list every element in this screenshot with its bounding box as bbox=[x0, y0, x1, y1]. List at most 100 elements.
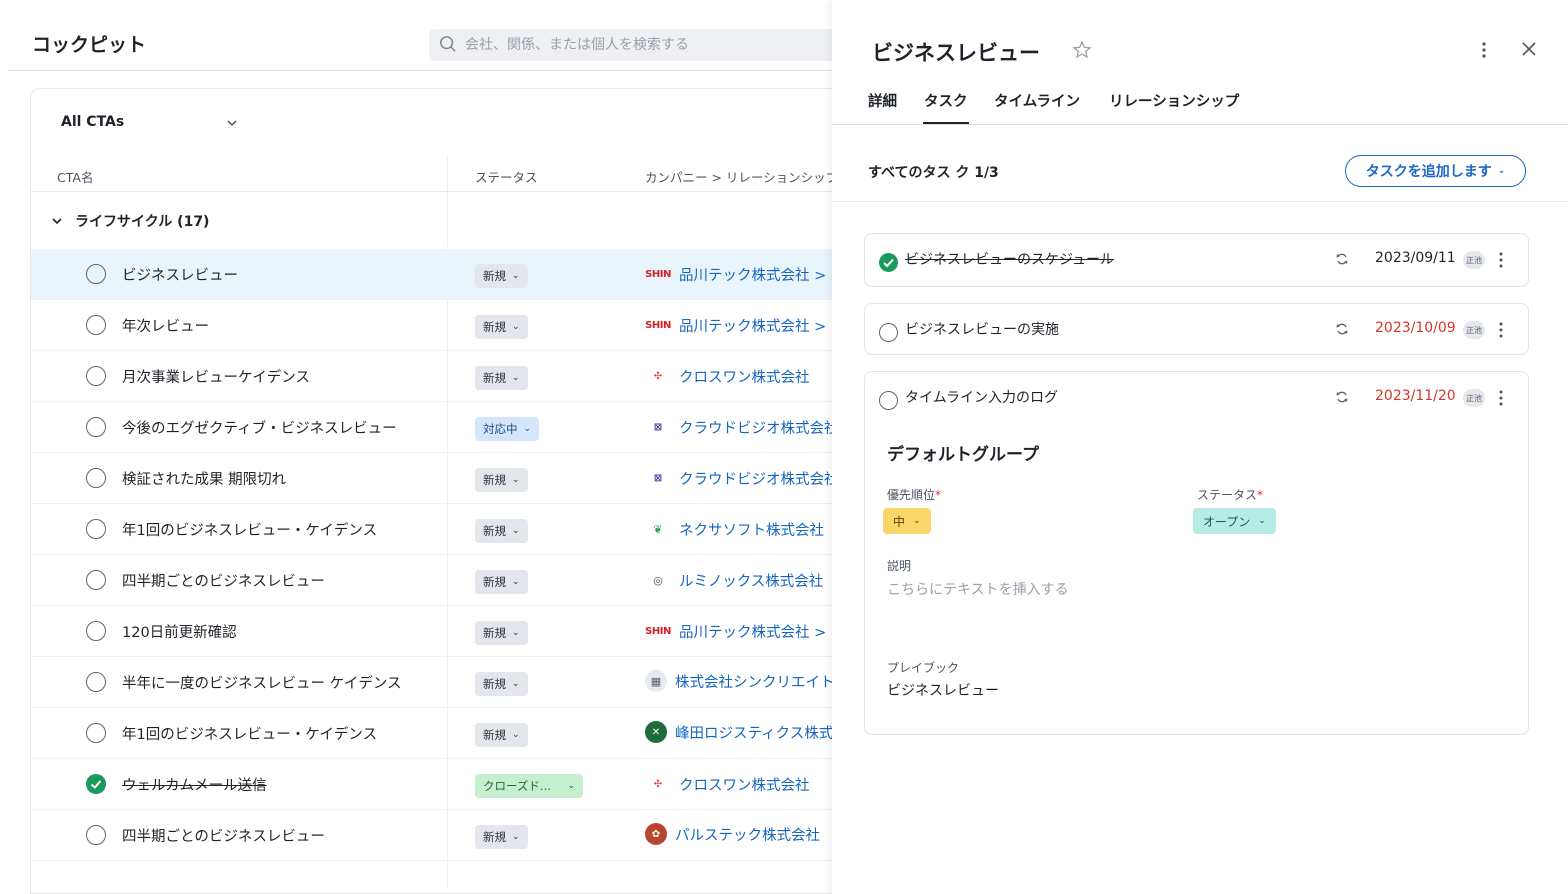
company-name[interactable]: パルステック株式会社 bbox=[675, 824, 820, 845]
table-row[interactable]: 年次レビュー 新規 ⌄ SHIN 品川テック株式会社 > bbox=[31, 300, 861, 351]
cta-complete-check-icon[interactable] bbox=[86, 672, 106, 692]
table-row[interactable]: 半年に一度のビジネスレビュー ケイデンス 新規 ⌄ ▦ 株式会社シンクリエイト bbox=[31, 657, 861, 708]
task-complete-check-icon[interactable] bbox=[879, 323, 898, 342]
status-badge[interactable]: 新規 ⌄ bbox=[475, 315, 528, 339]
table-row[interactable]: ウェルカムメール送信 クローズド... ⌄ ✣ クロスワン株式会社 bbox=[31, 759, 861, 810]
table-row[interactable]: 年1回のビジネスレビュー・ケイデンス 新規 ⌄ ✕ 峰田ロジスティクス株式会社 bbox=[31, 708, 862, 759]
company-link[interactable]: ✣ クロスワン株式会社 bbox=[645, 772, 810, 796]
status-badge[interactable]: クローズド... ⌄ bbox=[475, 774, 583, 798]
company-link[interactable]: SHIN 品川テック株式会社 > bbox=[645, 313, 826, 337]
company-name[interactable]: クロスワン株式会社 bbox=[679, 366, 810, 387]
search-input[interactable] bbox=[465, 29, 835, 61]
status-badge[interactable]: 新規 ⌄ bbox=[475, 672, 528, 696]
cta-complete-check-icon[interactable] bbox=[86, 315, 106, 335]
company-name[interactable]: 品川テック株式会社 > bbox=[679, 621, 826, 642]
task-owner-avatar[interactable]: 正池 bbox=[1463, 389, 1485, 407]
company-link[interactable]: ✣ クロスワン株式会社 bbox=[645, 364, 810, 388]
table-row[interactable]: 四半期ごとのビジネスレビュー 新規 ⌄ ✿ パルステック株式会社 bbox=[31, 810, 861, 861]
task-due-date[interactable]: 2023/09/11 bbox=[1375, 250, 1456, 266]
more-options-icon[interactable] bbox=[1497, 389, 1505, 407]
cta-name[interactable]: ビジネスレビュー bbox=[122, 264, 238, 285]
tab-tasks[interactable]: タスク bbox=[923, 90, 968, 124]
search-box[interactable] bbox=[429, 29, 849, 61]
task-due-date[interactable]: 2023/11/20 bbox=[1375, 388, 1456, 404]
column-header-name[interactable]: CTA名 bbox=[57, 167, 93, 186]
company-name[interactable]: 品川テック株式会社 > bbox=[679, 315, 826, 336]
cta-complete-check-icon[interactable] bbox=[86, 570, 106, 590]
company-name[interactable]: ネクサソフト株式会社 bbox=[679, 519, 824, 540]
task-owner-avatar[interactable]: 正池 bbox=[1463, 321, 1485, 339]
task-card-expanded[interactable]: タイムライン入力のログ 2023/11/20 正池 デフォルトグループ 優先順位… bbox=[864, 371, 1529, 735]
task-name[interactable]: ビジネスレビューのスケジュール bbox=[905, 249, 1114, 269]
more-options-icon[interactable] bbox=[1497, 321, 1505, 339]
status-select[interactable]: オープン ⌄ bbox=[1193, 508, 1276, 534]
company-link[interactable]: SHIN 品川テック株式会社 > bbox=[645, 262, 826, 286]
task-complete-check-icon[interactable] bbox=[879, 391, 898, 410]
cta-name[interactable]: 検証された成果 期限切れ bbox=[122, 468, 286, 489]
playbook-value[interactable]: ビジネスレビュー bbox=[887, 680, 999, 700]
table-row[interactable]: 四半期ごとのビジネスレビュー 新規 ⌄ ◎ ルミノックス株式会社 bbox=[31, 555, 861, 606]
cta-complete-check-icon[interactable] bbox=[86, 366, 106, 386]
task-name[interactable]: タイムライン入力のログ bbox=[905, 387, 1058, 407]
priority-select[interactable]: 中 ⌄ bbox=[883, 508, 931, 534]
status-badge[interactable]: 新規 ⌄ bbox=[475, 825, 528, 849]
task-owner-avatar[interactable]: 正池 bbox=[1463, 251, 1485, 269]
more-options-icon[interactable] bbox=[1478, 40, 1490, 60]
table-row[interactable]: 月次事業レビューケイデンス 新規 ⌄ ✣ クロスワン株式会社 bbox=[31, 351, 861, 402]
cta-name[interactable]: ウェルカムメール送信 bbox=[122, 774, 267, 795]
tab-details[interactable]: 詳細 bbox=[868, 90, 897, 111]
status-badge[interactable]: 新規 ⌄ bbox=[475, 723, 528, 747]
cta-complete-check-icon[interactable] bbox=[86, 468, 106, 488]
task-card[interactable]: ビジネスレビューのスケジュール 2023/09/11 正池 bbox=[864, 233, 1529, 287]
column-header-status[interactable]: ステータス bbox=[475, 167, 538, 186]
status-badge[interactable]: 対応中 ⌄ bbox=[475, 417, 540, 441]
company-link[interactable]: ⊠ クラウドビジオ株式会社 bbox=[645, 415, 839, 439]
more-options-icon[interactable] bbox=[1497, 251, 1505, 269]
task-complete-check-icon[interactable] bbox=[879, 253, 898, 272]
status-badge[interactable]: 新規 ⌄ bbox=[475, 570, 528, 594]
company-name[interactable]: クロスワン株式会社 bbox=[679, 774, 810, 795]
cta-complete-check-icon[interactable] bbox=[86, 774, 106, 794]
cta-name[interactable]: 年1回のビジネスレビュー・ケイデンス bbox=[122, 723, 377, 744]
close-icon[interactable] bbox=[1520, 40, 1538, 58]
cta-complete-check-icon[interactable] bbox=[86, 519, 106, 539]
column-header-company[interactable]: カンパニー > リレーションシップ bbox=[645, 167, 838, 186]
cta-complete-check-icon[interactable] bbox=[86, 825, 106, 845]
cta-name[interactable]: 年次レビュー bbox=[122, 315, 209, 336]
cta-complete-check-icon[interactable] bbox=[86, 417, 106, 437]
task-due-date[interactable]: 2023/10/09 bbox=[1375, 320, 1456, 336]
status-badge[interactable]: 新規 ⌄ bbox=[475, 366, 528, 390]
company-name[interactable]: ルミノックス株式会社 bbox=[679, 570, 823, 591]
table-row[interactable]: 検証された成果 期限切れ 新規 ⌄ ⊠ クラウドビジオ株式会社 bbox=[31, 453, 861, 504]
cta-name[interactable]: 年1回のビジネスレビュー・ケイデンス bbox=[122, 519, 377, 540]
table-row[interactable]: 120日前更新確認 新規 ⌄ SHIN 品川テック株式会社 > bbox=[31, 606, 861, 657]
task-card[interactable]: ビジネスレビューの実施 2023/10/09 正池 bbox=[864, 303, 1529, 355]
cta-name[interactable]: 半年に一度のビジネスレビュー ケイデンス bbox=[122, 672, 402, 693]
company-link[interactable]: SHIN 品川テック株式会社 > bbox=[645, 619, 826, 643]
cta-name[interactable]: 120日前更新確認 bbox=[122, 621, 237, 642]
company-link[interactable]: ⊠ クラウドビジオ株式会社 bbox=[645, 466, 839, 490]
status-badge[interactable]: 新規 ⌄ bbox=[475, 264, 528, 288]
cta-complete-check-icon[interactable] bbox=[86, 264, 106, 284]
company-link[interactable]: ▦ 株式会社シンクリエイト bbox=[645, 670, 835, 692]
cta-complete-check-icon[interactable] bbox=[86, 621, 106, 641]
table-row[interactable]: ビジネスレビュー 新規 ⌄ SHIN 品川テック株式会社 > bbox=[31, 249, 861, 300]
tab-relationships[interactable]: リレーションシップ bbox=[1109, 90, 1239, 111]
add-task-button[interactable]: タスクを追加します ⌄ bbox=[1345, 155, 1526, 187]
status-badge[interactable]: 新規 ⌄ bbox=[475, 468, 528, 492]
company-link[interactable]: ✿ パルステック株式会社 bbox=[645, 823, 820, 845]
table-row[interactable]: 今後のエグゼクティブ・ビジネスレビュー 対応中 ⌄ ⊠ クラウドビジオ株式会社 bbox=[31, 402, 861, 453]
description-input[interactable]: こちらにテキストを挿入する bbox=[887, 579, 1069, 599]
star-icon[interactable] bbox=[1072, 40, 1092, 60]
table-row[interactable]: 年1回のビジネスレビュー・ケイデンス 新規 ⌄ ❦ ネクサソフト株式会社 bbox=[31, 504, 861, 555]
cta-name[interactable]: 今後のエグゼクティブ・ビジネスレビュー bbox=[122, 417, 397, 438]
company-name[interactable]: クラウドビジオ株式会社 bbox=[679, 417, 839, 438]
status-badge[interactable]: 新規 ⌄ bbox=[475, 621, 528, 645]
task-name[interactable]: ビジネスレビューの実施 bbox=[905, 319, 1059, 339]
status-badge[interactable]: 新規 ⌄ bbox=[475, 519, 528, 543]
company-link[interactable]: ✕ 峰田ロジスティクス株式会社 bbox=[645, 721, 862, 743]
cta-name[interactable]: 月次事業レビューケイデンス bbox=[122, 366, 310, 387]
cta-name[interactable]: 四半期ごとのビジネスレビュー bbox=[122, 825, 325, 846]
tab-timeline[interactable]: タイムライン bbox=[994, 90, 1080, 111]
company-name[interactable]: クラウドビジオ株式会社 bbox=[679, 468, 839, 489]
